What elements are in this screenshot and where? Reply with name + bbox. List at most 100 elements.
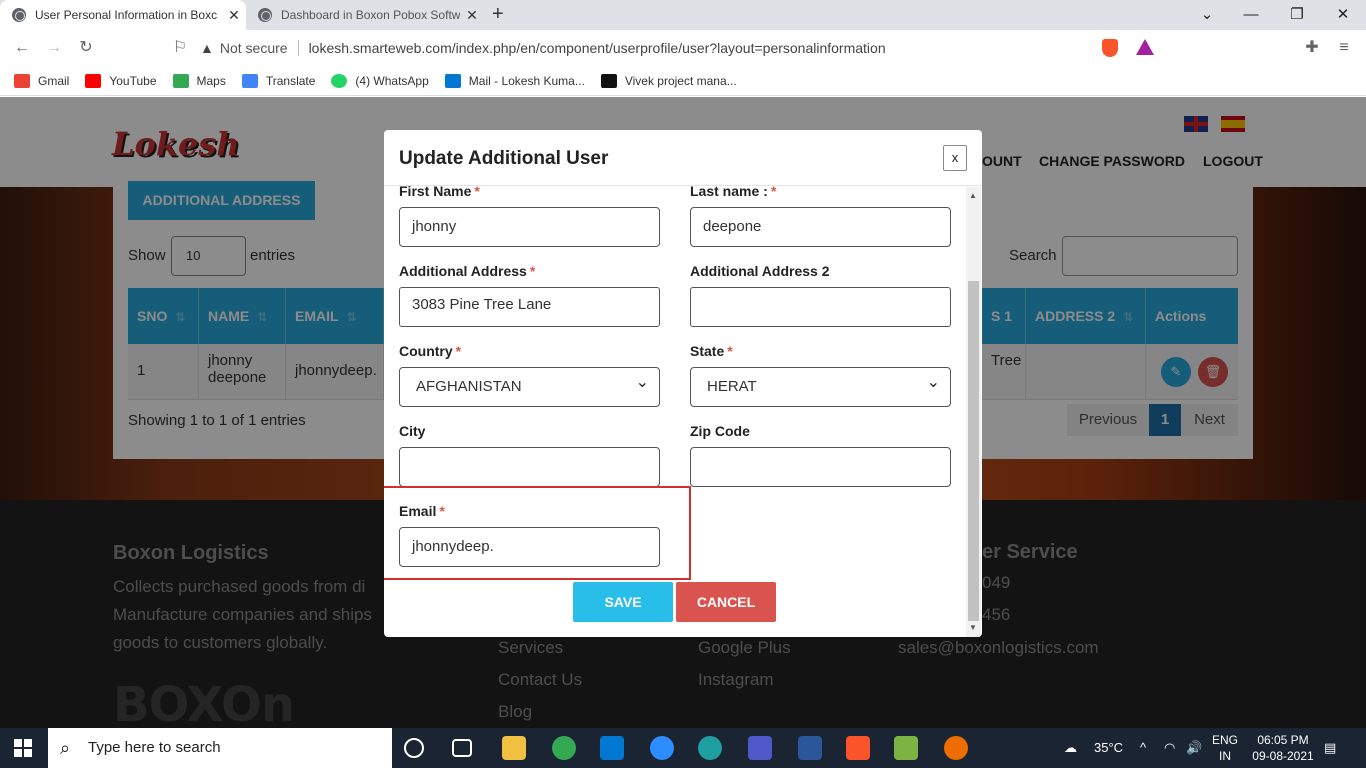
bookmark-label: Vivek project mana...: [624, 73, 737, 88]
label-text: Additional Address: [399, 263, 527, 279]
bookmark-label: Mail - Lokesh Kuma...: [468, 73, 585, 88]
windows-taskbar: ⌕ Type here to search ☁ 35°C ^ ◠ 🔊 ENG I…: [0, 728, 1366, 768]
bookmark-youtube[interactable]: YouTube: [85, 73, 157, 88]
brave-rewards-icon[interactable]: [1136, 39, 1154, 55]
new-tab-icon[interactable]: +: [492, 3, 504, 26]
bookmark-translate[interactable]: Translate: [241, 73, 316, 88]
modal-scrollbar[interactable]: ▲ ▼: [966, 187, 981, 637]
volume-icon[interactable]: 🔊: [1186, 728, 1202, 768]
notifications-icon[interactable]: ▤: [1324, 728, 1336, 768]
required-mark: *: [439, 503, 445, 519]
security-label: Not secure: [219, 40, 288, 56]
required-mark: *: [474, 183, 480, 199]
brave-shields-icon[interactable]: [1102, 39, 1118, 57]
globe-icon: [12, 8, 26, 22]
country-label: Country *: [399, 343, 461, 359]
last-name-label: Last name : *: [690, 183, 776, 199]
clock-time: 06:05 PM: [1257, 733, 1309, 747]
required-mark: *: [727, 343, 733, 359]
store-icon[interactable]: [600, 736, 624, 760]
close-window-icon[interactable]: ✕: [1320, 0, 1366, 30]
youtube-icon: [85, 73, 102, 88]
reload-icon[interactable]: ↻: [74, 36, 98, 60]
minimize-icon[interactable]: —: [1228, 0, 1274, 30]
last-name-input[interactable]: deepone: [690, 207, 951, 247]
bookmark-vivek[interactable]: Vivek project mana...: [600, 73, 737, 88]
tab-title: User Personal Information in Boxc: [35, 8, 218, 22]
state-select[interactable]: HERAT: [690, 367, 951, 407]
save-button[interactable]: SAVE: [573, 582, 673, 622]
required-mark: *: [770, 183, 777, 199]
bookmark-icon[interactable]: ⚐: [168, 36, 192, 60]
scrollbar-thumb[interactable]: [968, 281, 979, 621]
email-input[interactable]: jhonnydeep.: [399, 527, 660, 567]
bookmark-label: YouTube: [109, 73, 157, 88]
extensions-icon[interactable]: ✚: [1300, 36, 1324, 60]
vivek-icon: [600, 73, 617, 88]
word-icon[interactable]: [798, 736, 822, 760]
address-bar[interactable]: ▲ Not secure lokesh.smarteweb.com/index.…: [200, 34, 1164, 62]
tab-dashboard[interactable]: Dashboard in Boxon Pobox Software ✕: [246, 0, 484, 30]
required-mark: *: [529, 263, 536, 279]
maximize-icon[interactable]: ❐: [1274, 0, 1320, 30]
zoom-icon[interactable]: [650, 736, 674, 760]
zip-code-input[interactable]: [690, 447, 951, 487]
weather-icon[interactable]: ☁: [1064, 728, 1077, 768]
tab-search-icon[interactable]: ⌄: [1184, 0, 1230, 30]
taskbar-search-placeholder: Type here to search: [88, 739, 221, 756]
taskbar-search-box[interactable]: ⌕ Type here to search: [48, 728, 392, 768]
task-view-icon[interactable]: [452, 739, 472, 757]
edge-icon[interactable]: [698, 736, 722, 760]
search-icon: ⌕: [60, 738, 71, 758]
whatsapp-icon: [331, 73, 348, 88]
bookmarks-bar: Gmail YouTube Maps Translate (4) WhatsAp…: [0, 66, 1366, 96]
gmail-icon: [14, 73, 30, 88]
wifi-icon[interactable]: ◠: [1164, 728, 1175, 768]
language-indicator[interactable]: ENG IN: [1211, 732, 1239, 764]
label-text: Email: [399, 503, 437, 519]
first-name-label: First Name *: [399, 183, 480, 199]
close-tab-icon[interactable]: ✕: [460, 7, 484, 24]
browser-tab-bar: User Personal Information in Boxc ✕ Dash…: [0, 0, 1366, 30]
bookmark-maps[interactable]: Maps: [172, 73, 226, 88]
brave-icon[interactable]: [846, 736, 870, 760]
cancel-button[interactable]: CANCEL: [676, 582, 776, 622]
menu-icon[interactable]: ≡: [1332, 36, 1356, 60]
scroll-up-icon[interactable]: ▲: [969, 191, 977, 200]
back-icon[interactable]: ←: [10, 36, 34, 60]
weather-temperature[interactable]: 35°C: [1094, 728, 1123, 768]
bookmark-whatsapp[interactable]: (4) WhatsApp: [331, 73, 429, 88]
update-user-modal: Update Additional User x First Name * jho…: [384, 130, 982, 637]
bookmark-label: Translate: [265, 73, 316, 88]
country-select[interactable]: AFGHANISTAN: [399, 367, 660, 407]
browser-toolbar: ← → ↻ ⚐ ▲ Not secure lokesh.smarteweb.co…: [0, 30, 1366, 66]
address-2-label: Additional Address 2: [690, 263, 830, 279]
first-name-input[interactable]: jhonny: [399, 207, 660, 247]
tab-title: Dashboard in Boxon Pobox Software: [281, 8, 460, 22]
label-text: Last name :: [690, 183, 768, 199]
paint-icon[interactable]: [944, 736, 968, 760]
system-clock[interactable]: 06:05 PM 09-08-2021: [1252, 732, 1314, 764]
file-explorer-icon[interactable]: [502, 736, 526, 760]
modal-close-button[interactable]: x: [943, 145, 967, 171]
web-page: Lokesh OUNT CHANGE PASSWORD LOGOUT ADDIT…: [0, 97, 1366, 728]
windows-start-icon[interactable]: [14, 739, 32, 757]
address-textarea[interactable]: 3083 Pine Tree Lane: [399, 287, 660, 327]
outlook-icon: [444, 73, 461, 88]
close-tab-icon[interactable]: ✕: [222, 7, 246, 24]
bookmark-label: Maps: [196, 73, 226, 88]
city-input[interactable]: [399, 447, 660, 487]
scroll-down-icon[interactable]: ▼: [969, 623, 977, 632]
tab-user-personal-information[interactable]: User Personal Information in Boxc ✕: [0, 0, 246, 30]
address-2-textarea[interactable]: [690, 287, 951, 327]
bookmark-mail[interactable]: Mail - Lokesh Kuma...: [444, 73, 585, 88]
bookmark-gmail[interactable]: Gmail: [14, 73, 70, 88]
forward-icon[interactable]: →: [42, 36, 66, 60]
tray-chevron-icon[interactable]: ^: [1140, 728, 1146, 768]
bookmark-label: Gmail: [38, 73, 70, 88]
taskbar-app-icon[interactable]: [894, 736, 918, 760]
teams-icon[interactable]: [748, 736, 772, 760]
cortana-icon[interactable]: [404, 738, 424, 758]
zip-code-label: Zip Code: [690, 423, 750, 439]
chrome-icon[interactable]: [552, 736, 576, 760]
